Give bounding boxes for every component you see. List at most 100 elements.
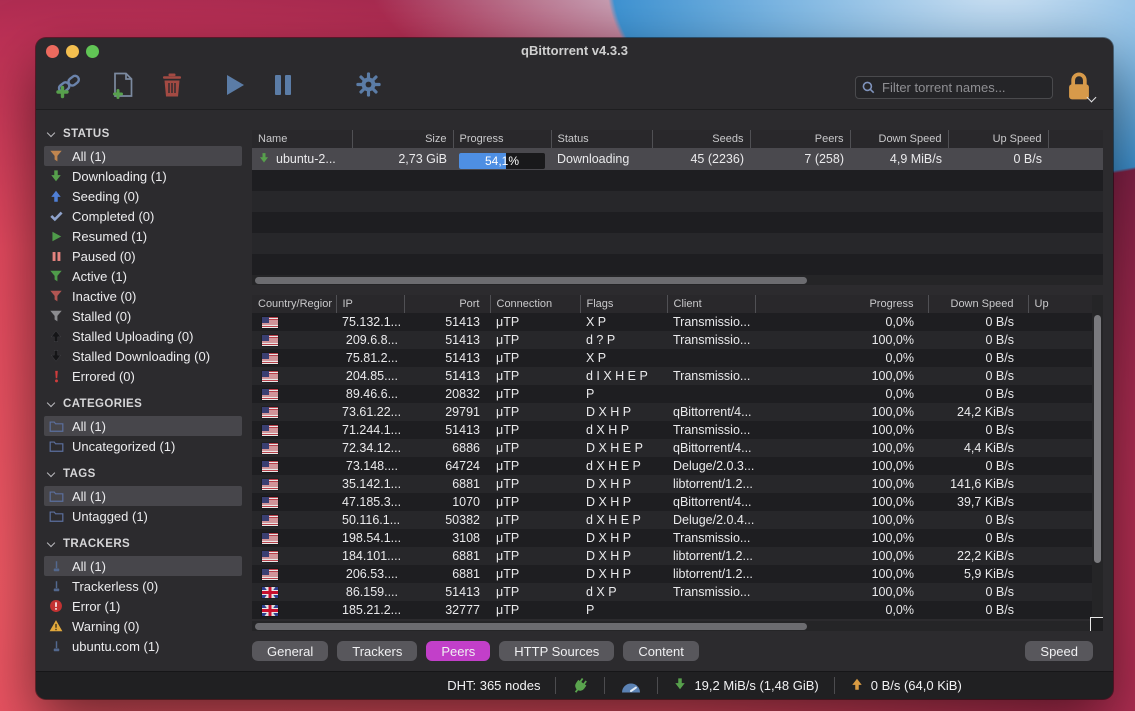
sidebar-item-all-categories[interactable]: All (1) [44, 416, 242, 436]
arrow-up-icon [48, 328, 64, 344]
peers-col-ip[interactable]: IP [336, 295, 405, 313]
torrents-col-peers[interactable]: Peers [750, 130, 851, 148]
peers-vertical-scrollbar[interactable] [1092, 295, 1103, 621]
add-torrent-link-button[interactable] [54, 72, 84, 102]
sidebar-item-stalled-uploading[interactable]: Stalled Uploading (0) [44, 326, 242, 346]
peer-row[interactable]: 184.101.... 6881 μTP D X H P libtorrent/… [252, 547, 1103, 565]
sidebar-item-all-status[interactable]: All (1) [44, 146, 242, 166]
sidebar-item-seeding[interactable]: Seeding (0) [44, 186, 242, 206]
sidebar-item-resumed[interactable]: Resumed (1) [44, 226, 242, 246]
sidebar-item-paused[interactable]: Paused (0) [44, 246, 242, 266]
sidebar-section-categories[interactable]: CATEGORIES [46, 394, 250, 414]
peers-col-connection[interactable]: Connection [490, 295, 581, 313]
peer-row[interactable]: 86.159.... 51413 μTP d X P Transmissio..… [252, 583, 1103, 601]
torrent-row[interactable]: ubuntu-2... 2,73 GiB 54,1% Downloading 4… [252, 148, 1103, 170]
peer-row[interactable]: 75.81.2... 51413 μTP X P 0,0% 0 B/s [252, 349, 1103, 367]
peer-connection: μTP [490, 331, 580, 349]
tab-general[interactable]: General [252, 641, 329, 661]
peer-row[interactable]: 198.54.1... 3108 μTP D X H P Transmissio… [252, 529, 1103, 547]
sidebar-item-uncategorized[interactable]: Uncategorized (1) [44, 436, 242, 456]
peers-col-down-speed[interactable]: Down Speed [928, 295, 1029, 313]
chevron-down-icon [46, 538, 56, 547]
sidebar-item-inactive[interactable]: Inactive (0) [44, 286, 242, 306]
peer-port: 51413 [404, 349, 490, 367]
tab-trackers[interactable]: Trackers [337, 641, 418, 661]
peer-down-speed: 0 B/s [928, 421, 1028, 439]
sidebar-item-tracker-warning[interactable]: Warning (0) [44, 616, 242, 636]
chevron-down-icon [46, 468, 56, 477]
peers-horizontal-scrollbar[interactable] [252, 621, 1092, 631]
sidebar-section-status[interactable]: STATUS [46, 124, 250, 144]
peer-row[interactable]: 73.148.... 64724 μTP d X H E P Deluge/2.… [252, 457, 1103, 475]
sidebar-item-downloading[interactable]: Downloading (1) [44, 166, 242, 186]
peer-flags: d X H E P [580, 511, 667, 529]
peer-progress: 100,0% [755, 421, 928, 439]
delete-button[interactable] [157, 72, 187, 102]
peer-row[interactable]: 50.116.1... 50382 μTP d X H E P Deluge/2… [252, 511, 1103, 529]
sidebar-item-untagged[interactable]: Untagged (1) [44, 506, 242, 526]
country-flag-icon [262, 587, 278, 599]
tracker-icon [48, 638, 64, 654]
peer-ip: 50.116.1... [336, 511, 404, 529]
scrollbar-thumb[interactable] [255, 276, 807, 284]
sidebar-section-trackers[interactable]: TRACKERS [46, 534, 250, 554]
torrents-horizontal-scrollbar[interactable] [252, 275, 1103, 285]
tab-peers[interactable]: Peers [426, 641, 491, 661]
peer-row[interactable]: 209.6.8... 51413 μTP d ? P Transmissio..… [252, 331, 1103, 349]
peers-col-country[interactable]: Country/Regior [252, 295, 337, 313]
torrents-col-progress[interactable]: Progress [453, 130, 552, 148]
sidebar-section-tags[interactable]: TAGS [46, 464, 250, 484]
torrents-col-status[interactable]: Status [551, 130, 653, 148]
resume-button[interactable] [220, 72, 250, 102]
peer-row[interactable]: 72.34.12... 6886 μTP D X H E P qBittorre… [252, 439, 1103, 457]
divider [555, 677, 557, 694]
tab-speed[interactable]: Speed [1025, 641, 1093, 661]
filter-torrents-input[interactable] [855, 76, 1053, 99]
peer-flags: D X H P [580, 475, 667, 493]
add-torrent-file-button[interactable] [108, 72, 138, 102]
tab-http-sources[interactable]: HTTP Sources [499, 641, 615, 661]
torrents-col-seeds[interactable]: Seeds [652, 130, 751, 148]
peer-row[interactable]: 89.46.6... 20832 μTP P 0,0% 0 B/s [252, 385, 1103, 403]
peer-down-speed: 22,2 KiB/s [928, 547, 1028, 565]
peer-row[interactable]: 75.132.1... 51413 μTP X P Transmissio...… [252, 313, 1103, 331]
peer-port: 1070 [404, 493, 490, 511]
peer-progress: 100,0% [755, 565, 928, 583]
sidebar-item-tracker-ubuntu[interactable]: ubuntu.com (1) [44, 636, 242, 656]
scrollbar-thumb[interactable] [255, 622, 807, 630]
sidebar-item-all-trackers[interactable]: All (1) [44, 556, 242, 576]
options-button[interactable] [353, 72, 383, 102]
peer-row[interactable]: 204.85.... 51413 μTP d I X H E P Transmi… [252, 367, 1103, 385]
torrents-col-size[interactable]: Size [352, 130, 454, 148]
alt-speed-gauge-icon[interactable] [620, 678, 642, 694]
peer-row[interactable]: 71.244.1... 51413 μTP d X H P Transmissi… [252, 421, 1103, 439]
sidebar-item-tracker-error[interactable]: Error (1) [44, 596, 242, 616]
torrents-col-up-speed[interactable]: Up Speed [948, 130, 1049, 148]
sidebar-item-stalled-downloading[interactable]: Stalled Downloading (0) [44, 346, 242, 366]
peer-down-speed: 0 B/s [928, 529, 1028, 547]
titlebar[interactable]: qBittorrent v4.3.3 [36, 38, 1113, 64]
torrents-col-name[interactable]: Name [252, 130, 353, 148]
scrollbar-thumb[interactable] [1094, 315, 1101, 563]
peer-row[interactable]: 47.185.3... 1070 μTP D X H P qBittorrent… [252, 493, 1103, 511]
peer-client: Deluge/2.0.3... [667, 457, 755, 475]
resize-corner-handle[interactable] [1090, 617, 1103, 631]
peers-col-progress[interactable]: Progress [755, 295, 929, 313]
sidebar-item-stalled[interactable]: Stalled (0) [44, 306, 242, 326]
peer-row[interactable]: 73.61.22... 29791 μTP D X H P qBittorren… [252, 403, 1103, 421]
pause-button[interactable] [268, 72, 298, 102]
peer-row[interactable]: 185.21.2... 32777 μTP P 0,0% 0 B/s [252, 601, 1103, 619]
peers-col-client[interactable]: Client [667, 295, 756, 313]
sidebar-item-all-tags[interactable]: All (1) [44, 486, 242, 506]
sidebar-item-trackerless[interactable]: Trackerless (0) [44, 576, 242, 596]
peers-col-port[interactable]: Port [404, 295, 491, 313]
tab-content[interactable]: Content [623, 641, 699, 661]
check-icon [48, 208, 64, 224]
peer-row[interactable]: 35.142.1... 6881 μTP D X H P libtorrent/… [252, 475, 1103, 493]
peer-row[interactable]: 206.53.... 6881 μTP D X H P libtorrent/1… [252, 565, 1103, 583]
sidebar-item-active[interactable]: Active (1) [44, 266, 242, 286]
torrents-col-down-speed[interactable]: Down Speed [850, 130, 949, 148]
peers-col-flags[interactable]: Flags [580, 295, 668, 313]
sidebar-item-completed[interactable]: Completed (0) [44, 206, 242, 226]
sidebar-item-errored[interactable]: Errored (0) [44, 366, 242, 386]
